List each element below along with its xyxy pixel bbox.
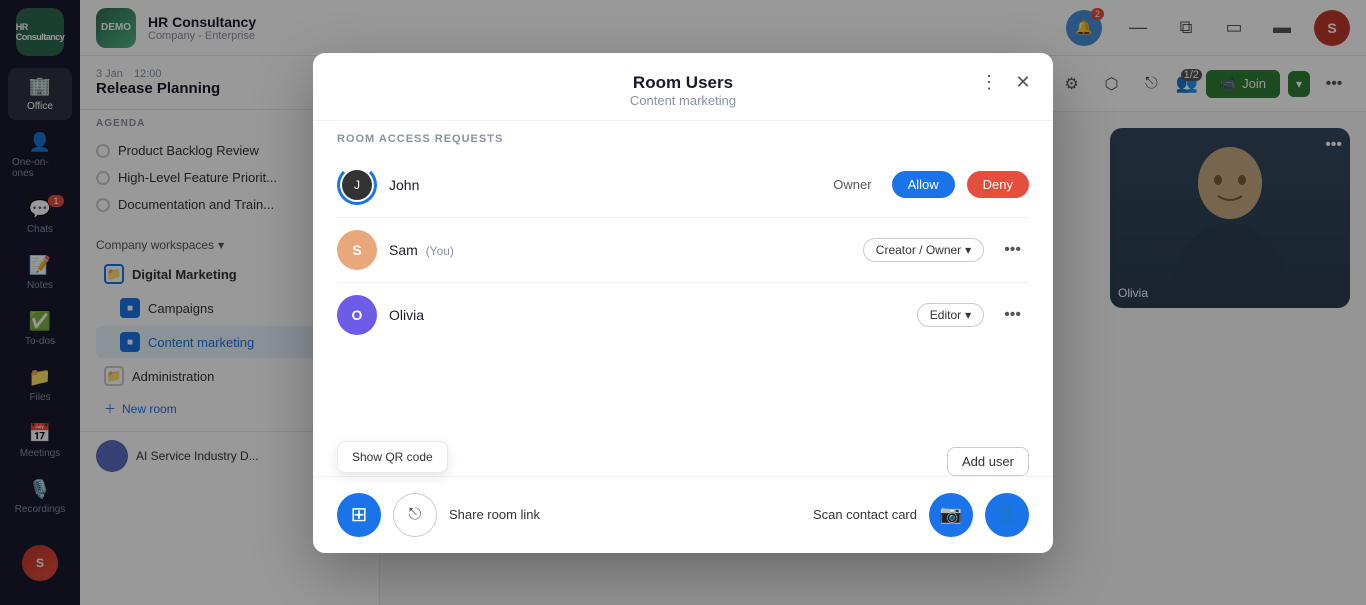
john-avatar: J — [342, 170, 372, 200]
scan-camera-button[interactable]: 📷 — [929, 493, 973, 537]
sam-tag: (You) — [426, 244, 454, 258]
loading-spinner-container: J — [337, 165, 377, 205]
chevron-down-icon: ▾ — [965, 243, 971, 257]
footer-right: Scan contact card 📷 👤 — [813, 493, 1029, 537]
olivia-options-icon[interactable]: ••• — [996, 302, 1029, 328]
share-room-link-label[interactable]: Share room link — [449, 507, 540, 522]
modal-menu-button[interactable]: ⋮ — [975, 69, 1003, 97]
sam-avatar: S — [337, 230, 377, 270]
john-name: John — [389, 177, 821, 193]
add-user-button[interactable]: Add user — [947, 447, 1029, 476]
user-row-john: J John Owner Allow Deny — [313, 153, 1053, 217]
user-row-olivia: O Olivia Editor ▾ ••• — [313, 283, 1053, 347]
modal-header: ⋮ Room Users Content marketing ✕ — [313, 53, 1053, 121]
contact-share-button[interactable]: 👤 — [985, 493, 1029, 537]
modal-overlay: ⋮ Room Users Content marketing ✕ ROOM AC… — [0, 0, 1366, 605]
olivia-avatar: O — [337, 295, 377, 335]
editor-badge[interactable]: Editor ▾ — [917, 303, 984, 327]
deny-button[interactable]: Deny — [967, 171, 1029, 198]
qr-code-button[interactable]: ⊞ — [337, 493, 381, 537]
modal-footer: Show QR code ⊞ ⎋ Share room link Scan co… — [313, 476, 1053, 553]
show-qr-tooltip: Show QR code — [337, 441, 448, 473]
modal-spacer — [313, 347, 1053, 439]
chevron-down-icon: ▾ — [965, 308, 971, 322]
owner-label: Owner — [833, 177, 871, 192]
modal-close-button[interactable]: ✕ — [1009, 69, 1037, 97]
modal-subtitle: Content marketing — [337, 93, 1029, 108]
sam-options-icon[interactable]: ••• — [996, 237, 1029, 263]
sam-name: Sam (You) — [389, 242, 851, 258]
scan-contact-card-label[interactable]: Scan contact card — [813, 507, 917, 522]
user-row-sam: S Sam (You) Creator / Owner ▾ ••• — [313, 218, 1053, 282]
allow-button[interactable]: Allow — [892, 171, 955, 198]
room-users-modal: ⋮ Room Users Content marketing ✕ ROOM AC… — [313, 53, 1053, 553]
modal-title: Room Users — [337, 73, 1029, 93]
olivia-name: Olivia — [389, 307, 905, 323]
creator-owner-badge[interactable]: Creator / Owner ▾ — [863, 238, 984, 262]
share-button[interactable]: ⎋ — [393, 493, 437, 537]
room-access-label: ROOM ACCESS REQUESTS — [313, 121, 1053, 153]
